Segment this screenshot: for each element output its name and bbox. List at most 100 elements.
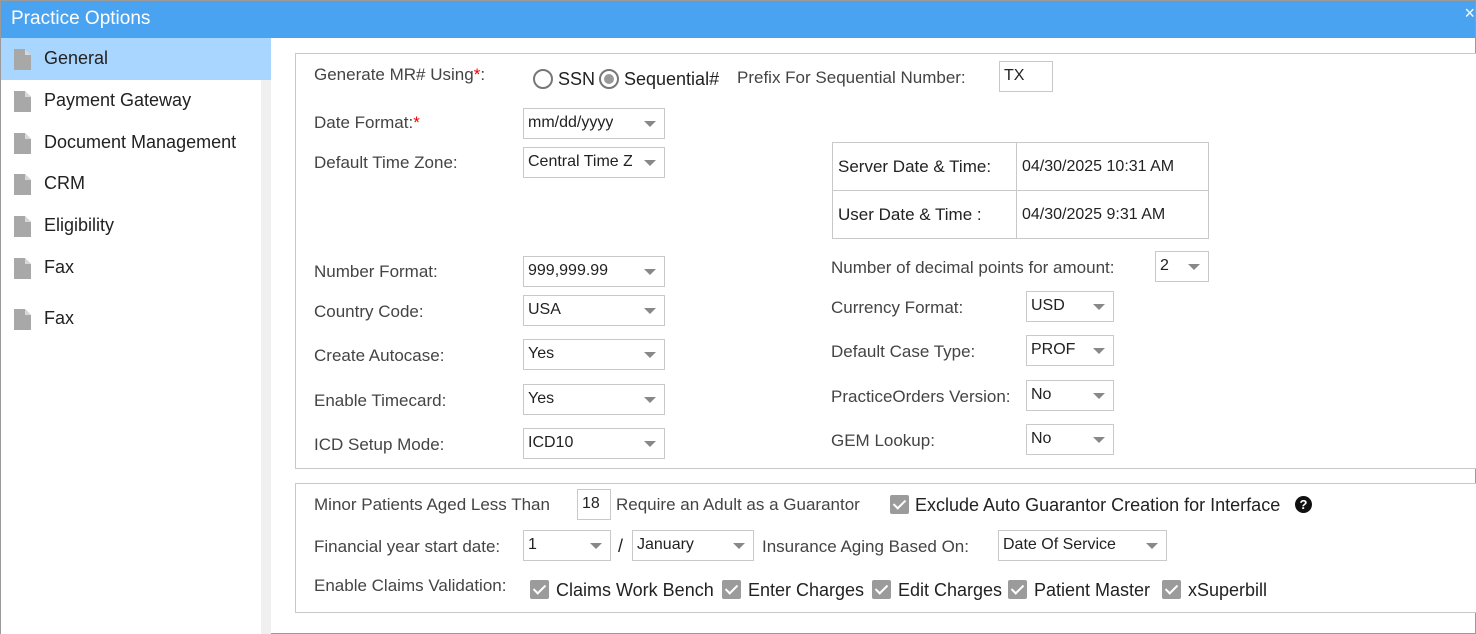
icd-setup-select[interactable]: ICD10 [523,428,665,459]
case-type-value: PROF [1031,341,1076,358]
document-icon [14,309,31,330]
document-icon [14,258,31,279]
claims-work-bench-label: Claims Work Bench [556,580,714,600]
number-format-label: Number Format: [314,262,438,281]
decimal-points-label: Number of decimal points for amount: [831,258,1115,277]
insurance-aging-select[interactable]: Date Of Service [998,530,1167,561]
document-icon [14,49,31,70]
title-bar: Practice Options × [1,1,1475,38]
require-adult-label: Require an Adult as a Guarantor [616,495,860,514]
chevron-down-icon [1093,437,1105,443]
number-format-select[interactable]: 999,999.99 [523,256,665,287]
mr-label: Generate MR# Using*: [314,65,486,84]
decimal-points-value: 2 [1160,257,1169,274]
chevron-down-icon [644,160,656,166]
case-type-select[interactable]: PROF [1026,335,1114,366]
close-icon[interactable]: × [1464,3,1475,24]
practice-options-window: Practice Options × General Payment Gatew… [0,0,1476,634]
xsuperbill-checkbox[interactable] [1162,580,1181,599]
ssn-radio[interactable] [533,69,553,89]
chevron-down-icon [644,121,656,127]
sidebar-item-label: Eligibility [44,215,115,235]
financial-year-month-value: January [637,536,694,553]
enter-charges-checkbox[interactable] [722,580,741,599]
claims-work-bench-checkbox[interactable] [530,580,549,599]
server-datetime-value: 04/30/2025 10:31 AM [1016,142,1209,191]
date-format-label: Date Format:* [314,113,420,132]
user-datetime-label: User Date & Time : [832,190,1017,239]
timecard-label: Enable Timecard: [314,391,447,410]
chevron-down-icon [644,397,656,403]
icd-setup-value: ICD10 [528,434,574,451]
sidebar-item-document-management[interactable]: Document Management [1,122,271,164]
minor-patients-label: Minor Patients Aged Less Than [314,495,550,514]
chevron-down-icon [644,352,656,358]
autocase-select[interactable]: Yes [523,339,665,370]
financial-year-day-value: 1 [528,536,537,553]
date-format-select[interactable]: mm/dd/yyyy [523,108,665,139]
insurance-aging-label: Insurance Aging Based On: [762,537,969,556]
chevron-down-icon [1188,264,1200,270]
financial-year-day-select[interactable]: 1 [523,530,611,561]
sidebar-item-crm[interactable]: CRM [1,164,271,206]
document-icon [14,91,31,112]
sequential-radio[interactable] [599,69,619,89]
sidebar-item-label: Fax [44,257,75,277]
sidebar-item-label: General [44,48,109,68]
icd-setup-label: ICD Setup Mode: [314,435,445,454]
exclude-auto-guarantor-label: Exclude Auto Guarantor Creation for Inte… [915,495,1281,515]
user-datetime-value: 04/30/2025 9:31 AM [1016,190,1209,239]
gem-lookup-select[interactable]: No [1026,424,1114,455]
practiceorders-version-select[interactable]: No [1026,380,1114,411]
chevron-down-icon [1093,393,1105,399]
ssn-radio-label: SSN [558,69,596,89]
prefix-input[interactable]: TX [999,61,1053,92]
sequential-radio-label: Sequential# [624,69,720,89]
general-settings-panel: Generate MR# Using*: SSN Sequential# Pre… [295,53,1476,469]
patient-master-label: Patient Master [1034,580,1151,600]
chevron-down-icon [733,543,745,549]
sidebar-item-label: Payment Gateway [44,90,192,110]
chevron-down-icon [1146,543,1158,549]
currency-format-label: Currency Format: [831,298,964,317]
claims-validation-label: Enable Claims Validation: [314,576,507,595]
chevron-down-icon [590,543,602,549]
country-code-select[interactable]: USA [523,295,665,326]
sidebar-item-fax-2[interactable]: Fax [1,300,271,342]
help-icon[interactable]: ? [1295,496,1312,513]
practiceorders-version-label: PracticeOrders Version: [831,387,1011,406]
case-type-label: Default Case Type: [831,342,976,361]
sidebar-item-eligibility[interactable]: Eligibility [1,206,271,248]
guarantor-claims-panel: Minor Patients Aged Less Than 18 Require… [295,483,1476,613]
financial-year-label: Financial year start date: [314,537,501,556]
timecard-select[interactable]: Yes [523,384,665,415]
document-icon [14,174,31,195]
edit-charges-checkbox[interactable] [872,580,891,599]
timezone-select[interactable]: Central Time Zone [523,147,665,178]
timecard-value: Yes [528,390,555,407]
document-icon [14,216,31,237]
xsuperbill-label: xSuperbill [1188,580,1268,600]
chevron-down-icon [644,441,656,447]
number-format-value: 999,999.99 [528,262,609,279]
sidebar-item-fax[interactable]: Fax [1,248,271,290]
currency-format-select[interactable]: USD [1026,291,1114,322]
exclude-auto-guarantor-checkbox[interactable] [890,495,909,514]
timezone-label: Default Time Zone: [314,153,458,172]
sidebar-item-label: CRM [44,173,85,193]
minor-age-input[interactable]: 18 [577,489,611,520]
sidebar-item-label: Document Management [44,132,237,152]
server-datetime-label: Server Date & Time: [832,142,1017,191]
sidebar-item-general[interactable]: General [1,38,271,80]
decimal-points-select[interactable]: 2 [1155,251,1209,282]
financial-year-month-select[interactable]: January [632,530,754,561]
sidebar-item-payment-gateway[interactable]: Payment Gateway [1,80,271,122]
window-title: Practice Options [11,8,151,29]
chevron-down-icon [644,269,656,275]
gem-lookup-label: GEM Lookup: [831,431,935,450]
timezone-value: Central Time Zone [528,153,632,170]
autocase-label: Create Autocase: [314,346,445,365]
country-code-label: Country Code: [314,302,424,321]
document-icon [14,133,31,154]
patient-master-checkbox[interactable] [1008,580,1027,599]
